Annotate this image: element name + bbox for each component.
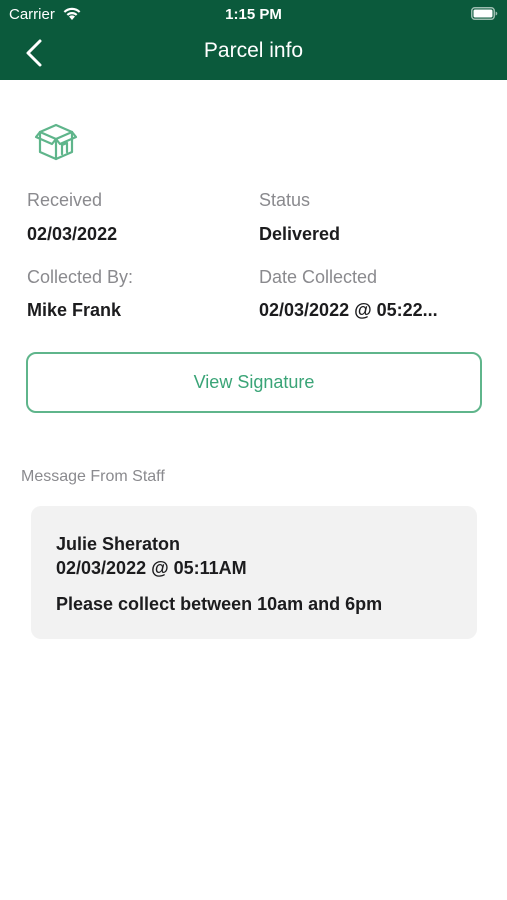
- received-label: Received: [27, 190, 103, 210]
- package-box-icon: [34, 123, 78, 161]
- message-text: Please collect between 10am and 6pm: [56, 594, 383, 614]
- staff-message-card: Julie Sheraton 02/03/2022 @ 05:11AM Plea…: [31, 506, 477, 639]
- status-bar: Carrier 1:15 PM: [0, 0, 507, 28]
- date-collected-label: Date Collected: [259, 267, 378, 287]
- nav-header: Carrier 1:15 PM Parcel info: [0, 0, 507, 80]
- message-author: Julie Sheraton: [56, 534, 181, 554]
- status-value: Delivered: [259, 224, 341, 244]
- view-signature-label: View Signature: [193, 372, 315, 392]
- collected-by-label: Collected By:: [27, 267, 134, 287]
- battery-icon: [471, 7, 498, 20]
- view-signature-button[interactable]: View Signature: [26, 352, 482, 413]
- page-title: Parcel info: [203, 39, 304, 62]
- collected-by-value: Mike Frank: [27, 300, 122, 320]
- clock-time: 1:15 PM: [225, 6, 282, 23]
- message-date: 02/03/2022 @ 05:11AM: [56, 558, 247, 578]
- received-value: 02/03/2022: [27, 224, 118, 244]
- staff-message-heading: Message From Staff: [21, 468, 165, 485]
- date-collected-value: 02/03/2022 @ 05:22...: [259, 300, 438, 320]
- status-label: Status: [259, 190, 311, 210]
